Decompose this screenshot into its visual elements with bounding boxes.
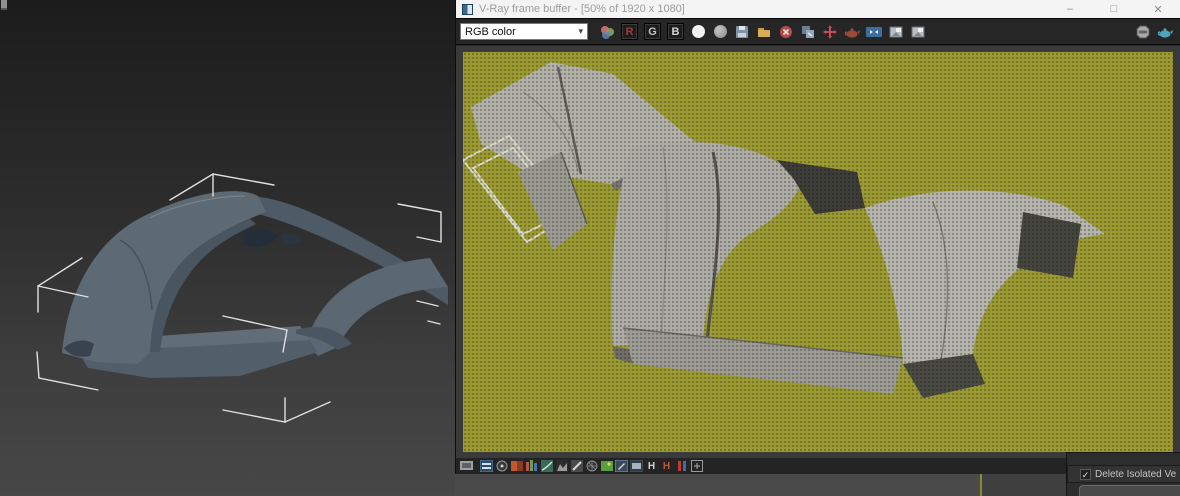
overlay-partial-rollout — [1079, 485, 1180, 496]
green-channel-button[interactable]: G — [644, 23, 661, 40]
history-b-icon[interactable]: H — [660, 460, 673, 472]
monitor-icon[interactable] — [460, 460, 473, 472]
vray-window-icon — [462, 4, 473, 15]
channel-select[interactable]: RGB color ▾ — [460, 23, 588, 40]
close-button[interactable]: ✕ — [1136, 0, 1180, 18]
channel-select-value: RGB color — [465, 26, 578, 38]
blue-channel-button[interactable]: B — [667, 23, 684, 40]
duplicate-to-host-icon[interactable] — [798, 22, 818, 42]
vfb-toolbar: RGB color ▾ R G B — [456, 18, 1180, 45]
vfb-image-area — [456, 46, 1180, 458]
stop-render-icon[interactable] — [1133, 22, 1153, 42]
clear-image-icon[interactable] — [776, 22, 796, 42]
render-image[interactable] — [463, 52, 1173, 452]
delete-isolated-row: ✓ Delete Isolated Ve — [1067, 465, 1180, 483]
chevron-down-icon: ▾ — [578, 26, 583, 37]
load-image-icon[interactable] — [754, 22, 774, 42]
ab-compare-icon[interactable] — [675, 460, 688, 472]
rgb-channels-icon[interactable] — [597, 22, 617, 42]
lut-icon[interactable] — [630, 460, 643, 472]
save-image-icon[interactable] — [732, 22, 752, 42]
corrections-panel-icon[interactable] — [480, 460, 493, 472]
render-teapot-icon[interactable] — [842, 22, 862, 42]
track-mouse-icon[interactable] — [820, 22, 840, 42]
max-viewport[interactable] — [0, 0, 455, 496]
delete-isolated-overlay-panel: ✓ Delete Isolated Ve — [1066, 452, 1180, 496]
aperture-icon[interactable] — [585, 460, 598, 472]
edit-pencil-icon[interactable] — [615, 460, 628, 472]
viewport-canvas — [0, 0, 455, 496]
exposure-icon[interactable] — [510, 460, 523, 472]
history-a-icon[interactable]: H — [645, 460, 658, 472]
curves-icon[interactable] — [540, 460, 553, 472]
image-a-icon[interactable] — [886, 22, 906, 42]
pencil-stripe-icon[interactable] — [570, 460, 583, 472]
stamp-clock-icon[interactable] — [495, 460, 508, 472]
minimize-button[interactable]: – — [1048, 0, 1092, 18]
delete-isolated-checkbox[interactable]: ✓ — [1080, 469, 1091, 480]
vray-frame-buffer-window: V-Ray frame buffer - [50% of 1920 x 1080… — [455, 0, 1180, 474]
window-title: V-Ray frame buffer - [50% of 1920 x 1080… — [479, 3, 1048, 15]
background-image-icon[interactable] — [600, 460, 613, 472]
red-channel-button[interactable]: R — [621, 23, 638, 40]
zoom-region-icon[interactable] — [690, 460, 703, 472]
render-last-teapot-icon[interactable] — [1155, 22, 1175, 42]
delete-isolated-label: Delete Isolated Ve — [1095, 469, 1176, 480]
maximize-button[interactable]: □ — [1092, 0, 1136, 18]
monochrome-icon[interactable] — [710, 22, 730, 42]
screenshot-stage: V-Ray frame buffer - [50% of 1920 x 1080… — [0, 0, 1180, 496]
compare-ab-icon[interactable] — [864, 22, 884, 42]
cloth-model[interactable] — [62, 191, 448, 378]
image-b-icon[interactable] — [908, 22, 928, 42]
histogram-icon[interactable] — [555, 460, 568, 472]
vfb-titlebar[interactable]: V-Ray frame buffer - [50% of 1920 x 1080… — [456, 0, 1180, 18]
levels-icon[interactable] — [525, 460, 538, 472]
alpha-channel-icon[interactable] — [688, 22, 708, 42]
